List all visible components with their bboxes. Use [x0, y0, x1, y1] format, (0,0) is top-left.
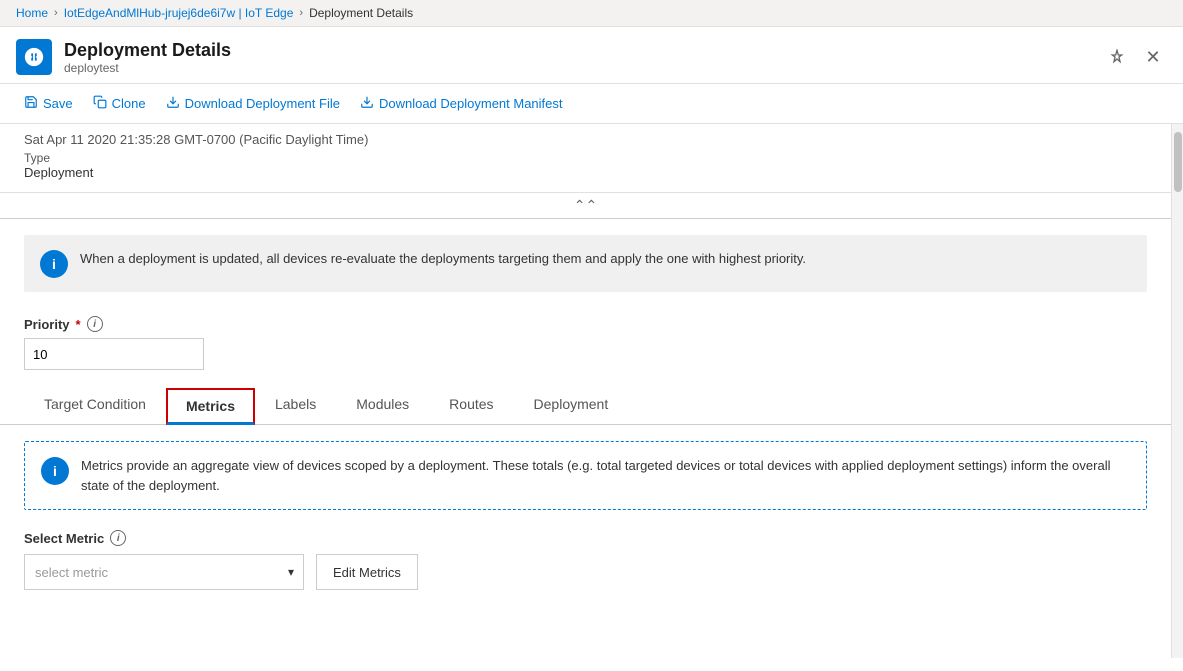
close-icon: ✕	[1145, 47, 1160, 68]
select-metric-section: Select Metric i select metric ▾ Edit Met…	[0, 526, 1171, 606]
pin-icon	[1109, 49, 1125, 65]
main-content: Sat Apr 11 2020 21:35:28 GMT-0700 (Pacif…	[0, 124, 1171, 658]
info-section: Sat Apr 11 2020 21:35:28 GMT-0700 (Pacif…	[0, 124, 1171, 193]
pin-button[interactable]	[1103, 43, 1131, 71]
edit-metrics-button[interactable]: Edit Metrics	[316, 554, 418, 590]
priority-label: Priority * i	[24, 316, 1147, 332]
metrics-info-text: Metrics provide an aggregate view of dev…	[81, 456, 1130, 495]
priority-section: Priority * i	[0, 308, 1171, 386]
content-area: Sat Apr 11 2020 21:35:28 GMT-0700 (Pacif…	[0, 124, 1183, 658]
breadcrumb-hub[interactable]: IotEdgeAndMlHub-jrujej6de6i7w | IoT Edge	[64, 6, 294, 20]
select-metric-info-icon[interactable]: i	[110, 530, 126, 546]
panel-title-area: Deployment Details deploytest	[16, 39, 231, 75]
save-label: Save	[43, 96, 73, 111]
collapse-section[interactable]: ⌃⌃	[0, 193, 1171, 219]
save-button[interactable]: Save	[16, 90, 81, 117]
download-manifest-icon	[360, 95, 374, 112]
download-manifest-button[interactable]: Download Deployment Manifest	[352, 90, 571, 117]
date-text: Sat Apr 11 2020 21:35:28 GMT-0700 (Pacif…	[24, 132, 1147, 147]
clone-label: Clone	[112, 96, 146, 111]
clone-icon	[93, 95, 107, 112]
info-banner: i When a deployment is updated, all devi…	[24, 235, 1147, 292]
scrollbar-thumb[interactable]	[1174, 132, 1182, 192]
breadcrumb: Home › IotEdgeAndMlHub-jrujej6de6i7w | I…	[0, 0, 1183, 27]
iot-edge-icon	[23, 46, 45, 68]
metric-select[interactable]: select metric	[24, 554, 304, 590]
toolbar: Save Clone Download Deployment File Down…	[0, 84, 1183, 124]
save-icon	[24, 95, 38, 112]
tab-metrics[interactable]: Metrics	[166, 388, 255, 425]
tab-routes[interactable]: Routes	[429, 386, 513, 425]
tab-modules[interactable]: Modules	[336, 386, 429, 425]
panel-actions: ✕	[1103, 43, 1167, 71]
info-banner-text: When a deployment is updated, all device…	[80, 249, 806, 269]
breadcrumb-sep-1: ›	[54, 7, 58, 19]
panel-icon	[16, 39, 52, 75]
select-metric-label: Select Metric i	[24, 530, 1147, 546]
metrics-info-icon: i	[41, 457, 69, 485]
clone-button[interactable]: Clone	[85, 90, 154, 117]
panel-title-text: Deployment Details deploytest	[64, 40, 231, 75]
panel-title: Deployment Details	[64, 40, 231, 61]
panel-subtitle: deploytest	[64, 61, 231, 75]
info-banner-icon: i	[40, 250, 68, 278]
scrollbar[interactable]	[1171, 124, 1183, 658]
panel-header: Deployment Details deploytest ✕	[0, 27, 1183, 84]
priority-input[interactable]	[24, 338, 204, 370]
breadcrumb-sep-2: ›	[299, 7, 303, 19]
breadcrumb-home[interactable]: Home	[16, 6, 48, 20]
metric-select-wrapper: select metric ▾	[24, 554, 304, 590]
breadcrumb-current: Deployment Details	[309, 6, 413, 20]
tab-target-condition[interactable]: Target Condition	[24, 386, 166, 425]
required-indicator: *	[76, 317, 81, 332]
select-metric-controls: select metric ▾ Edit Metrics	[24, 554, 1147, 590]
tab-deployment[interactable]: Deployment	[514, 386, 629, 425]
tabs-bar: Target Condition Metrics Labels Modules …	[0, 386, 1171, 425]
tab-labels[interactable]: Labels	[255, 386, 336, 425]
download-file-button[interactable]: Download Deployment File	[158, 90, 348, 117]
collapse-icon: ⌃⌃	[574, 197, 597, 214]
metrics-info-banner: i Metrics provide an aggregate view of d…	[24, 441, 1147, 510]
type-label: Type Deployment	[24, 151, 1147, 180]
download-file-icon	[166, 95, 180, 112]
download-manifest-label: Download Deployment Manifest	[379, 96, 563, 111]
close-button[interactable]: ✕	[1139, 43, 1167, 71]
download-file-label: Download Deployment File	[185, 96, 340, 111]
priority-info-icon[interactable]: i	[87, 316, 103, 332]
